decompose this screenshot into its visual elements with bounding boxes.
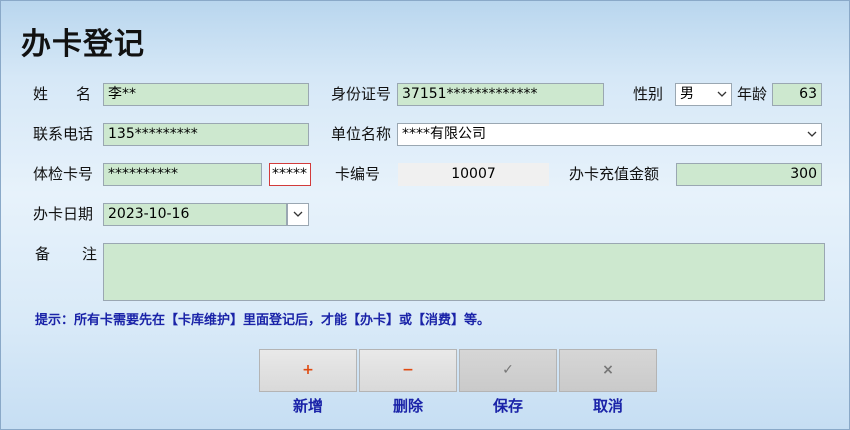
unit-value: ****有限公司 xyxy=(402,126,486,142)
date-picker-button[interactable] xyxy=(287,203,309,226)
recharge-label: 办卡充值金额 xyxy=(569,165,660,183)
save-button[interactable]: ✓ xyxy=(459,349,557,392)
gender-value: 男 xyxy=(680,86,694,102)
unit-label: 单位名称 xyxy=(331,125,392,143)
id-label: 身份证号 xyxy=(331,85,392,103)
exam-card-label: 体检卡号 xyxy=(33,165,94,183)
delete-button[interactable]: − xyxy=(359,349,457,392)
cancel-label[interactable]: 取消 xyxy=(559,395,657,416)
page-title: 办卡登记 xyxy=(21,27,145,62)
add-label[interactable]: 新增 xyxy=(259,395,357,416)
id-field[interactable]: 37151************* xyxy=(397,83,604,106)
hint-text: 提示：所有卡需要先在【卡库维护】里面登记后，才能【办卡】或【消费】等。 xyxy=(35,313,491,328)
recharge-field[interactable]: 300 xyxy=(676,163,822,186)
plus-icon: + xyxy=(302,362,314,378)
date-field[interactable]: 2023-10-16 xyxy=(103,203,287,226)
add-button[interactable]: + xyxy=(259,349,357,392)
password-field[interactable]: ***** xyxy=(269,163,311,186)
save-label[interactable]: 保存 xyxy=(459,395,557,416)
unit-select[interactable]: ****有限公司 xyxy=(397,123,822,146)
chevron-down-icon xyxy=(717,84,727,105)
chevron-down-icon xyxy=(807,124,817,145)
card-no-label: 卡编号 xyxy=(335,165,381,183)
delete-label[interactable]: 删除 xyxy=(359,395,457,416)
date-label: 办卡日期 xyxy=(33,205,94,223)
exam-card-field[interactable]: ********** xyxy=(103,163,262,186)
window: 办卡登记 姓名 李** 身份证号 37151************* 性别 男… xyxy=(0,0,850,430)
gender-label: 性别 xyxy=(633,85,664,103)
note-field[interactable] xyxy=(103,243,825,301)
name-field[interactable]: 李** xyxy=(103,83,309,106)
check-icon: ✓ xyxy=(502,362,514,378)
age-field[interactable]: 63 xyxy=(772,83,822,106)
age-label: 年龄 xyxy=(737,85,768,103)
cancel-button[interactable]: × xyxy=(559,349,657,392)
minus-icon: − xyxy=(402,362,414,378)
phone-label: 联系电话 xyxy=(33,125,94,143)
gender-select[interactable]: 男 xyxy=(675,83,732,106)
card-no-field: 10007 xyxy=(398,163,549,186)
close-icon: × xyxy=(602,362,614,378)
phone-field[interactable]: 135********* xyxy=(103,123,309,146)
chevron-down-icon xyxy=(293,211,303,217)
